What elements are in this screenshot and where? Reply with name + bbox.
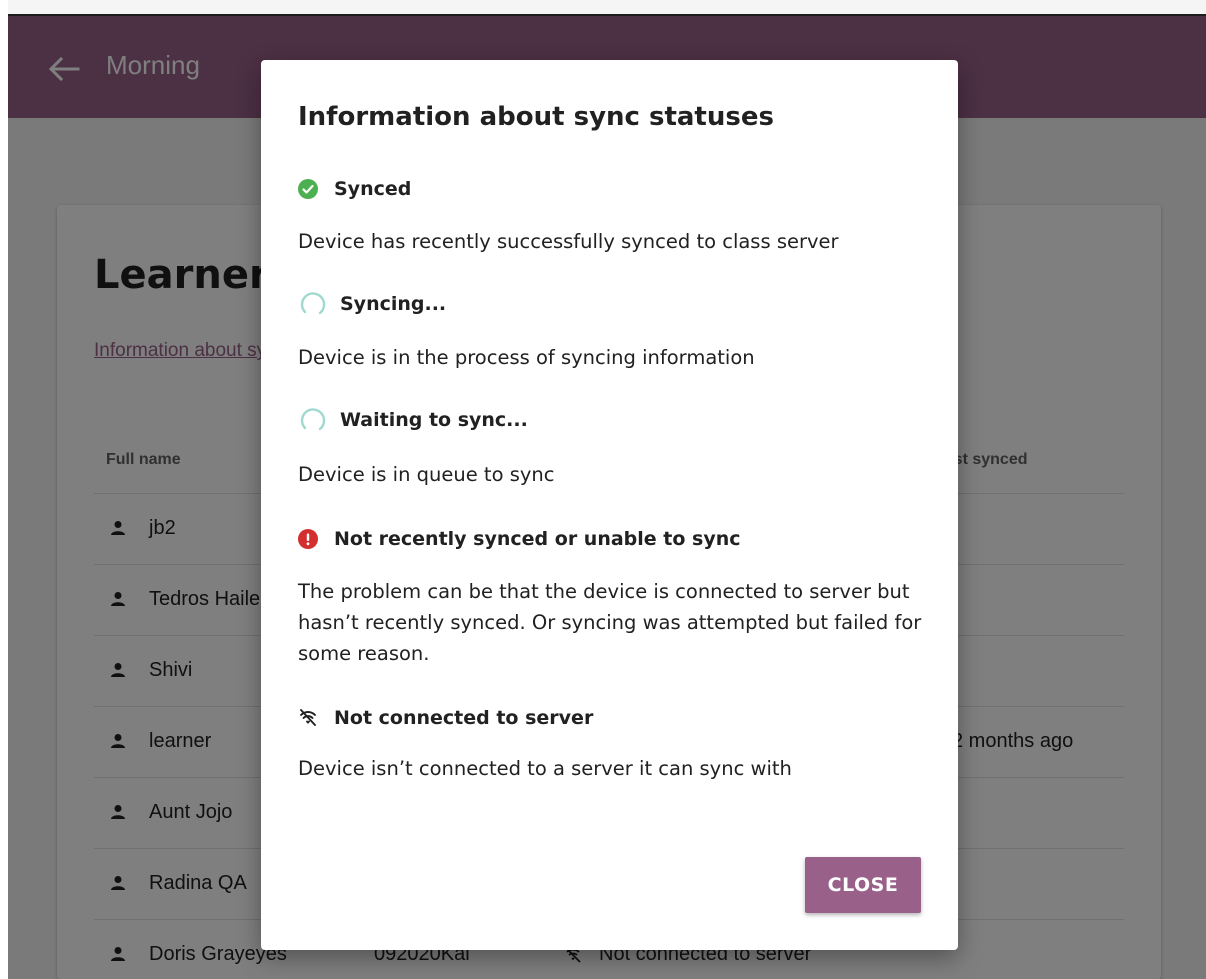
loading-ring-icon (300, 408, 326, 431)
status-description: Device is in queue to sync (298, 463, 555, 486)
not-connected-icon (300, 709, 316, 726)
status-description: Device has recently successfully synced … (298, 230, 839, 253)
status-description: The problem can be that the device is co… (298, 580, 922, 665)
status-label: Not recently synced or unable to sync (334, 528, 741, 550)
close-button[interactable]: CLOSE (805, 857, 921, 913)
status-not-connected: Not connected to server (298, 705, 928, 731)
error-circle-icon (298, 529, 318, 549)
left-gutter (0, 0, 8, 979)
status-label: Waiting to sync... (340, 409, 528, 431)
sync-status-info-modal: Information about sync statuses Synced D… (261, 60, 958, 950)
status-label: Synced (334, 178, 412, 200)
status-description: Device isn’t connected to a server it ca… (298, 757, 792, 780)
status-synced: Synced (298, 176, 928, 202)
status-label: Not connected to server (334, 707, 594, 729)
status-syncing: Syncing... (298, 291, 928, 317)
check-circle-icon (298, 179, 318, 199)
status-label: Syncing... (340, 293, 447, 315)
status-description: Device is in the process of syncing info… (298, 346, 755, 369)
loading-ring-icon (300, 292, 326, 315)
status-not-recently-synced: Not recently synced or unable to sync (298, 526, 928, 552)
status-waiting: Waiting to sync... (298, 407, 928, 433)
modal-title: Information about sync statuses (298, 102, 774, 132)
